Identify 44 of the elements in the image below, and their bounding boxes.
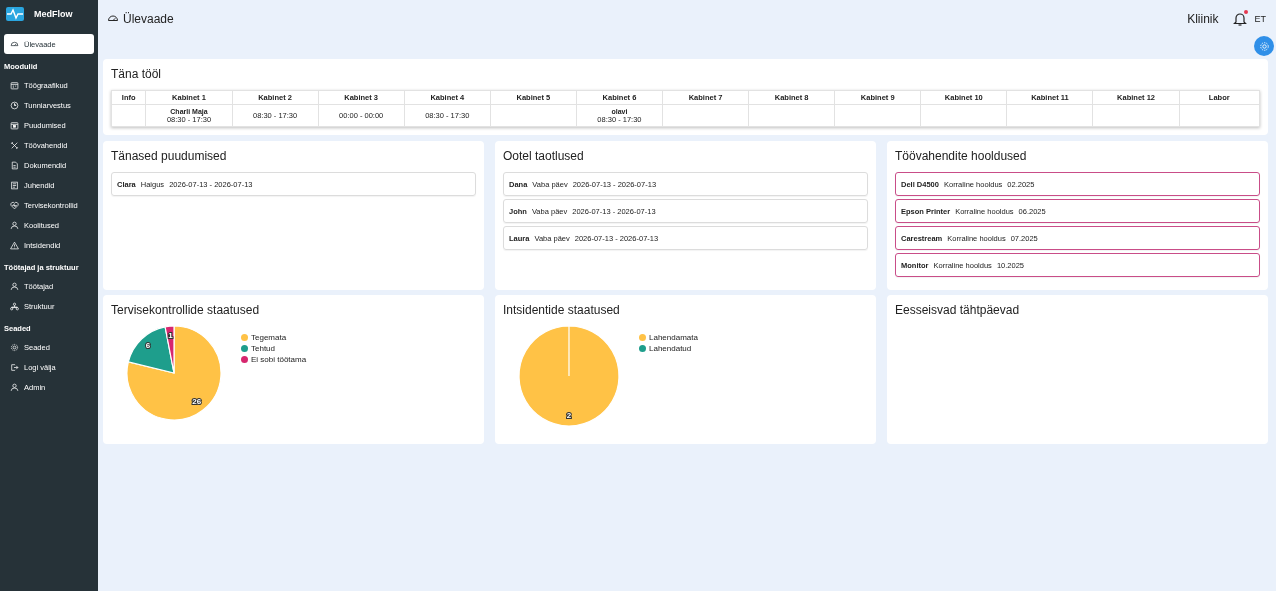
notification-bell-icon[interactable]	[1232, 11, 1249, 27]
settings-icon	[1258, 40, 1270, 52]
legend-label: Lahendamata	[649, 333, 698, 342]
card-title: Ootel taotlused	[503, 149, 585, 163]
warning-icon	[10, 240, 19, 250]
tools-icon	[10, 140, 19, 150]
data-label: 1	[168, 331, 173, 341]
legend-dot	[241, 334, 248, 341]
person-icon	[10, 281, 19, 291]
logout-icon	[10, 362, 19, 372]
person-icon	[10, 382, 19, 392]
settings-icon	[10, 342, 19, 352]
card-title: Töövahendite hooldused	[895, 149, 1028, 163]
data-label: 6	[145, 341, 151, 351]
document-icon	[10, 160, 19, 170]
gauge-icon	[10, 39, 19, 49]
card-title: Intsidentide staatused	[503, 303, 621, 317]
page-title: Ülevaade	[123, 12, 174, 26]
data-label: 2	[566, 410, 572, 420]
legend-label: Tehtud	[251, 344, 276, 353]
app-name: MedFlow	[34, 9, 73, 19]
legend-label: Ei sobi töötama	[251, 355, 307, 364]
legend-dot	[639, 334, 646, 341]
card-title: Täna tööl	[111, 67, 163, 81]
person-icon	[10, 220, 19, 230]
legend-dot	[241, 356, 248, 363]
card-title: Tervisekontrollide staatused	[111, 303, 261, 317]
calendar-icon	[10, 80, 19, 90]
list-icon	[10, 180, 19, 190]
data-label: 26	[192, 397, 202, 407]
legend-label: Tegemata	[251, 333, 287, 342]
legend-dot	[241, 345, 248, 352]
heart-icon	[10, 200, 19, 210]
logo-icon	[6, 7, 24, 21]
language-selector[interactable]: ET	[1254, 14, 1266, 24]
clock-icon	[10, 100, 19, 110]
card-title: Tänased puudumised	[111, 149, 228, 163]
settings-button[interactable]	[1254, 36, 1274, 56]
hierarchy-icon	[10, 301, 19, 311]
calendar-icon	[10, 120, 19, 130]
card-title: Eesseisvad tähtpäevad	[895, 303, 1021, 317]
legend-dot	[639, 345, 646, 352]
clinic-name[interactable]: Kliinik	[1187, 12, 1219, 26]
legend-label: Lahendatud	[649, 344, 692, 353]
